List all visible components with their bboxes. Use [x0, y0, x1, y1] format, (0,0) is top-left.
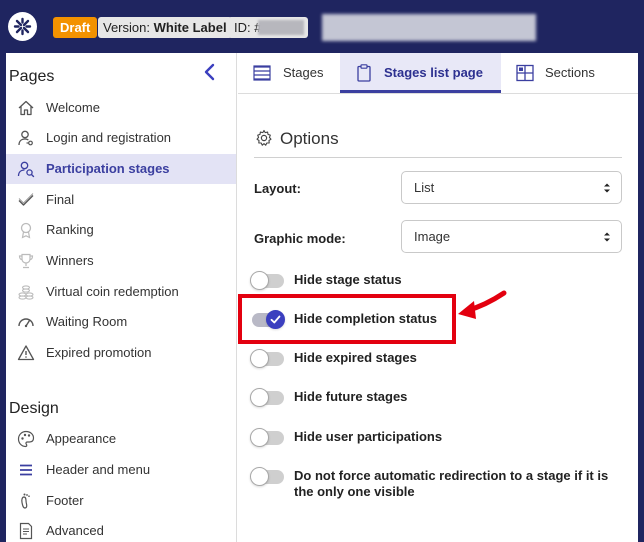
graphic-mode-label: Graphic mode:	[254, 231, 346, 246]
id-badge: ID: #	[228, 17, 308, 38]
sidebar-item-label: Winners	[46, 253, 94, 268]
sidebar-item-label: Welcome	[46, 100, 100, 115]
highlight-annotation	[238, 294, 456, 344]
grid-icon	[516, 64, 534, 82]
sidebar-item-label: Header and menu	[46, 462, 151, 477]
sidebar-item-label: Virtual coin redemption	[46, 284, 179, 299]
version-value: White Label	[153, 20, 227, 35]
section-title: Options	[254, 128, 622, 158]
layout-value: List	[414, 180, 435, 195]
palette-icon	[17, 430, 35, 448]
sidebar-item-virtual-coin-redemption[interactable]: Virtual coin redemption	[6, 277, 236, 307]
footprint-icon	[21, 493, 30, 509]
graphic-mode-value: Image	[414, 229, 451, 244]
toggle-switch[interactable]	[250, 349, 284, 368]
sidebar-item-ranking[interactable]: Ranking	[6, 215, 236, 245]
medal-icon	[20, 222, 32, 239]
menu-icon	[20, 464, 32, 476]
redacted-promotion-title	[322, 14, 536, 41]
status-badge: Draft	[53, 17, 98, 38]
options-panel: Options Layout: List Graphic mode: Image…	[238, 94, 638, 542]
gear-icon	[256, 129, 272, 146]
toggle-switch[interactable]	[250, 271, 284, 290]
tab-label: Stages list page	[384, 65, 483, 80]
tab-label: Sections	[545, 65, 595, 80]
toggle-label: Hide user participations	[294, 429, 443, 444]
list-icon	[253, 65, 271, 81]
toggle-label: Hide stage status	[294, 272, 402, 287]
chevron-left-icon	[204, 63, 215, 81]
sidebar-item-label: Advanced	[46, 523, 104, 538]
collapse-sidebar-button[interactable]	[202, 62, 218, 82]
tab-stages-list-page[interactable]: Stages list page	[340, 53, 501, 93]
sidebar-item-welcome[interactable]: Welcome	[6, 93, 236, 123]
red-arrow-icon	[458, 290, 507, 319]
sidebar-item-label: Footer	[46, 493, 84, 508]
sidebar-heading-pages: Pages	[9, 68, 55, 85]
sidebar-item-label: Waiting Room	[46, 314, 128, 329]
home-icon	[18, 100, 34, 116]
toggle-switch[interactable]	[250, 388, 284, 407]
sidebar-item-appearance[interactable]: Appearance	[6, 424, 236, 454]
toggle-label: Hide expired stages	[294, 350, 417, 365]
sidebar-item-winners[interactable]: Winners	[6, 246, 236, 276]
sidebar-item-advanced[interactable]: Advanced	[6, 516, 236, 542]
sidebar-item-label: Ranking	[46, 222, 94, 237]
sidebar-item-login-and-registration[interactable]: Login and registration	[6, 123, 236, 153]
sidebar-item-label: Login and registration	[46, 130, 172, 145]
layout-label: Layout:	[254, 181, 301, 196]
sidebar-item-waiting-room[interactable]: Waiting Room	[6, 307, 236, 337]
sidebar-item-label: Participation stages	[46, 161, 170, 176]
tab-stages[interactable]: Stages	[238, 53, 340, 93]
toggle-label: Do not force automatic redirection to a …	[294, 468, 609, 499]
layout-select[interactable]: List	[401, 171, 622, 204]
sidebar-item-expired-promotion[interactable]: Expired promotion	[6, 338, 236, 368]
sidebar-item-participation-stages[interactable]: Participation stages	[6, 154, 236, 184]
warning-icon	[17, 345, 35, 361]
coins-icon	[18, 285, 34, 300]
user-search-icon	[17, 161, 35, 178]
redacted-id	[258, 20, 304, 35]
sidebar-heading-design: Design	[9, 400, 59, 417]
sidebar-item-label: Final	[46, 192, 75, 207]
speedometer-icon	[18, 318, 34, 328]
clipboard-icon	[357, 64, 371, 82]
sidebar-item-final[interactable]: Final	[6, 185, 236, 215]
toggle-label: Hide future stages	[294, 389, 408, 404]
code-file-icon	[19, 522, 33, 540]
version-label: Version:	[103, 20, 150, 35]
tab-bar: Stages Stages list page Sections	[238, 53, 638, 94]
version-badge: Version: White Label	[98, 17, 232, 38]
sidebar-item-label: Appearance	[46, 431, 117, 446]
toggle-switch[interactable]	[250, 428, 284, 447]
toggle-switch[interactable]	[250, 467, 284, 486]
sidebar: Pages Welcome Login and registration Par…	[6, 53, 237, 542]
sidebar-item-label: Expired promotion	[46, 345, 152, 360]
sidebar-item-footer[interactable]: Footer	[6, 486, 236, 516]
frame-border-right	[638, 53, 644, 542]
options-title: Options	[280, 129, 339, 148]
app-logo[interactable]	[8, 12, 37, 41]
select-arrows-icon	[604, 232, 610, 242]
tab-sections[interactable]: Sections	[501, 53, 621, 93]
user-key-icon	[18, 130, 33, 146]
check-icon	[18, 193, 34, 206]
graphic-mode-select[interactable]: Image	[401, 220, 622, 253]
sidebar-item-header-and-menu[interactable]: Header and menu	[6, 455, 236, 485]
select-arrows-icon	[604, 183, 610, 193]
tab-label: Stages	[283, 65, 324, 80]
top-bar: Draft Version: White Label ID: #	[0, 0, 644, 53]
trophy-icon	[18, 253, 34, 269]
